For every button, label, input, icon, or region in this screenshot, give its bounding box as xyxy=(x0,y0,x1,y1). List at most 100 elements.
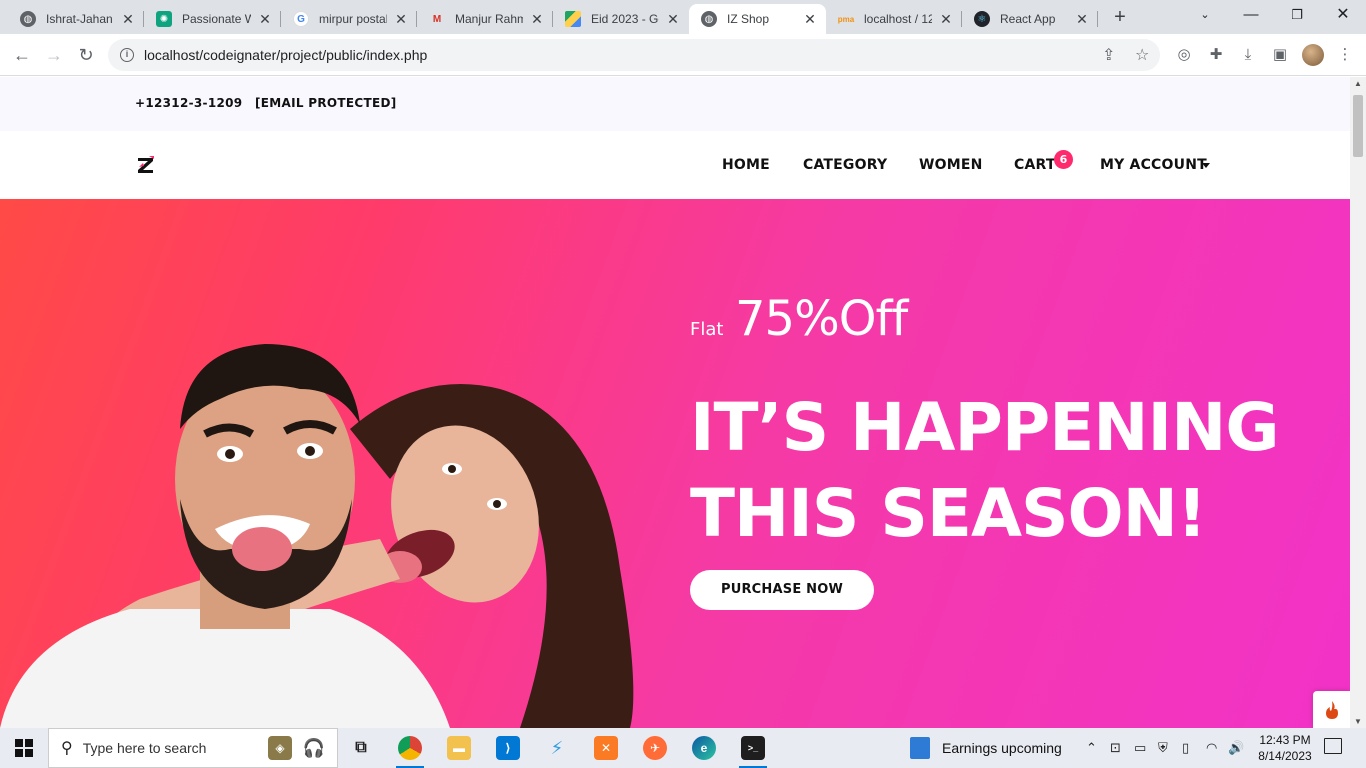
extension-circle-icon[interactable]: ◎ xyxy=(1174,45,1194,65)
browser-tab[interactable]: G mirpur postal ✕ xyxy=(281,4,417,34)
meet-now-icon[interactable]: ⊡ xyxy=(1110,740,1121,756)
site-logo[interactable] xyxy=(136,155,156,175)
close-icon[interactable]: ✕ xyxy=(529,11,545,28)
site-info-icon[interactable]: i xyxy=(120,48,134,62)
search-highlight-icon[interactable]: ◈ xyxy=(268,736,292,760)
nav-cart[interactable]: CART xyxy=(1014,157,1056,173)
browser-tab[interactable]: ◍ Ishrat-Jahan ✕ xyxy=(8,4,144,34)
close-icon[interactable]: ✕ xyxy=(938,11,954,28)
close-icon[interactable]: ✕ xyxy=(257,11,273,28)
google-icon: G xyxy=(293,11,309,27)
scrollbar-thumb[interactable] xyxy=(1353,95,1363,157)
contact-topbar: +12312-3-1209 [EMAIL PROTECTED] xyxy=(0,77,1350,131)
tab-title: Ishrat-Jahan xyxy=(46,12,113,26)
postman-icon[interactable]: ✈ xyxy=(643,736,667,760)
clock-date: 8/14/2023 xyxy=(1258,749,1312,763)
lightning-app-icon[interactable]: ⚡ xyxy=(545,736,569,760)
bookmark-star-icon[interactable]: ☆ xyxy=(1135,45,1149,65)
scroll-up-icon[interactable]: ▲ xyxy=(1354,79,1362,88)
nav-home[interactable]: HOME xyxy=(722,157,770,173)
hero-discount: 75%Off xyxy=(735,291,908,347)
close-icon[interactable]: ✕ xyxy=(393,11,409,28)
hero-banner: Flat 75%Off IT’S HAPPENING THIS SEASON! … xyxy=(0,199,1350,728)
headphones-icon[interactable]: 🎧 xyxy=(302,736,326,760)
phpmyadmin-icon: pma xyxy=(837,14,855,24)
hero-headline-line2: THIS SEASON! xyxy=(690,475,1207,552)
web-page: +12312-3-1209 [EMAIL PROTECTED] HOME CAT… xyxy=(0,77,1350,728)
cart-count-badge: 6 xyxy=(1054,150,1073,169)
security-shield-icon[interactable]: ⛨ xyxy=(1158,740,1168,756)
close-icon[interactable]: ✕ xyxy=(802,11,818,28)
reload-icon[interactable]: ↻ xyxy=(74,43,98,67)
browser-toolbar: ← → ↻ i localhost/codeignater/project/pu… xyxy=(0,34,1366,76)
chevron-up-icon[interactable]: ⌃ xyxy=(1086,740,1097,756)
close-icon[interactable]: ✕ xyxy=(120,11,136,28)
search-placeholder: Type here to search xyxy=(82,740,207,756)
tab-title: React App xyxy=(1000,12,1056,26)
restore-button[interactable]: ❐ xyxy=(1274,0,1320,34)
flame-icon xyxy=(1325,700,1338,719)
chevron-down-icon[interactable] xyxy=(1202,163,1210,168)
task-view-icon[interactable]: ⧉ xyxy=(349,736,373,760)
search-icon: ⚲ xyxy=(61,740,73,757)
news-widget[interactable]: Earnings upcoming xyxy=(910,728,1062,768)
scroll-down-icon[interactable]: ▼ xyxy=(1354,717,1362,726)
tab-title: Eid 2023 - Go xyxy=(591,12,659,26)
close-icon[interactable]: ✕ xyxy=(665,11,681,28)
chatgpt-icon: ✺ xyxy=(156,11,172,27)
download-icon[interactable]: ⤓ xyxy=(1238,45,1258,65)
tab-title: mirpur postal xyxy=(319,12,387,26)
new-tab-button[interactable]: + xyxy=(1106,5,1134,29)
nav-women[interactable]: WOMEN xyxy=(919,157,983,173)
terminal-icon[interactable]: >_ xyxy=(739,736,767,768)
vscode-icon[interactable]: ⟩ xyxy=(496,736,520,760)
browser-tab-strip: ◍ Ishrat-Jahan ✕ ✺ Passionate W ✕ G mirp… xyxy=(0,0,1366,34)
browser-tab[interactable]: M Manjur Rahm ✕ xyxy=(417,4,553,34)
volume-icon[interactable]: 🔊 xyxy=(1228,740,1244,756)
purchase-now-button[interactable]: PURCHASE NOW xyxy=(690,570,874,610)
notification-icon[interactable] xyxy=(1324,738,1342,754)
share-icon[interactable]: ⇪ xyxy=(1102,45,1115,65)
nav-my-account[interactable]: MY ACCOUNT xyxy=(1100,157,1207,173)
browser-tab[interactable]: ✺ Passionate W ✕ xyxy=(144,4,281,34)
close-icon[interactable]: ✕ xyxy=(1074,11,1090,28)
side-panel-icon[interactable]: ▣ xyxy=(1270,45,1290,65)
phone-number: +12312-3-1209 xyxy=(135,96,243,110)
start-button[interactable] xyxy=(0,728,48,768)
battery-icon[interactable]: ▯ xyxy=(1182,740,1189,756)
windows-taskbar: ⚲ Type here to search ◈ 🎧 ⧉ ▬ ⟩ ⚡ ✕ ✈ e … xyxy=(0,728,1366,768)
forward-icon[interactable]: → xyxy=(42,43,66,67)
browser-tab[interactable]: pma localhost / 12 ✕ xyxy=(826,4,962,34)
tab-search-icon[interactable]: ⌄ xyxy=(1182,0,1228,34)
hero-couple-image xyxy=(0,344,634,728)
wifi-icon[interactable]: ◠ xyxy=(1206,740,1217,756)
browser-tab[interactable]: Eid 2023 - Go ✕ xyxy=(553,4,689,34)
close-window-button[interactable]: ✕ xyxy=(1320,0,1366,34)
windows-logo-icon xyxy=(15,739,33,757)
browser-tab-active[interactable]: ◍ IZ Shop ✕ xyxy=(689,4,826,34)
m-logo-icon: M xyxy=(432,13,442,25)
nav-category[interactable]: CATEGORY xyxy=(803,157,887,173)
email-address[interactable]: [EMAIL PROTECTED] xyxy=(255,96,397,110)
tab-title: IZ Shop xyxy=(727,12,770,26)
main-navigation: HOME CATEGORY WOMEN CART 6 MY ACCOUNT xyxy=(0,131,1350,199)
screen-icon[interactable]: ▭ xyxy=(1134,740,1146,756)
tab-title: Passionate W xyxy=(182,12,251,26)
extensions-puzzle-icon[interactable]: ✚ xyxy=(1206,45,1226,65)
codeigniter-toolbar-button[interactable] xyxy=(1313,691,1350,728)
address-bar[interactable]: i localhost/codeignater/project/public/i… xyxy=(108,39,1160,71)
browser-tab[interactable]: ⚛ React App ✕ xyxy=(962,4,1098,34)
xampp-icon[interactable]: ✕ xyxy=(594,736,618,760)
chrome-icon[interactable] xyxy=(396,736,424,768)
clock-time: 12:43 PM xyxy=(1259,733,1311,747)
drive-icon xyxy=(565,11,581,27)
minimize-button[interactable]: — xyxy=(1228,0,1274,34)
back-icon[interactable]: ← xyxy=(10,43,34,67)
taskbar-search-input[interactable]: ⚲ Type here to search xyxy=(48,728,338,768)
page-scrollbar[interactable]: ▲ ▼ xyxy=(1350,77,1366,728)
profile-avatar[interactable] xyxy=(1302,44,1324,66)
system-clock[interactable]: 12:43 PM 8/14/2023 xyxy=(1255,732,1315,764)
file-explorer-icon[interactable]: ▬ xyxy=(447,736,471,760)
menu-kebab-icon[interactable]: ⋮ xyxy=(1335,45,1355,65)
edge-icon[interactable]: e xyxy=(692,736,716,760)
